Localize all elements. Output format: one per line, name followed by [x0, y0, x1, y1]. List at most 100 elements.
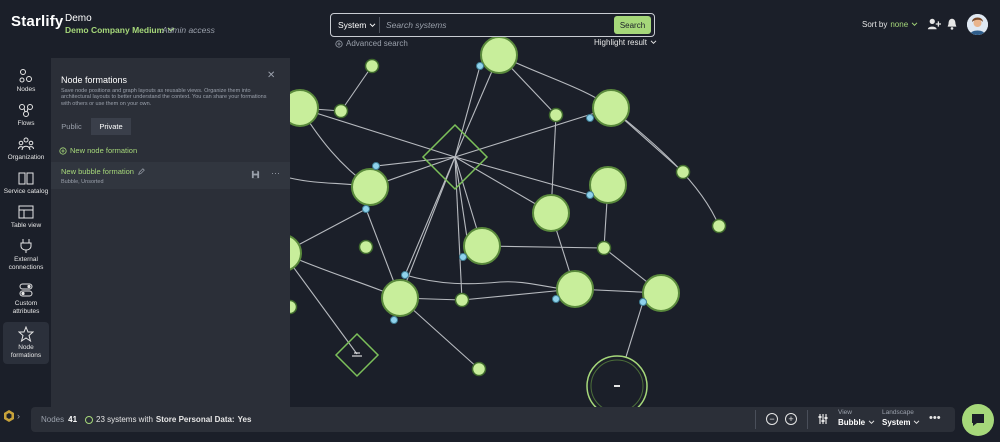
bell-icon[interactable]	[945, 17, 959, 31]
system-node[interactable]	[351, 168, 389, 206]
flows-icon	[19, 104, 33, 117]
small-system-node[interactable]	[548, 107, 564, 123]
advanced-search-link[interactable]: Advanced search	[335, 39, 408, 48]
chevron-down-icon	[369, 22, 376, 27]
filter-key: Store Personal Data:	[155, 415, 235, 424]
tab-private[interactable]: Private	[91, 118, 131, 135]
new-node-formation-button[interactable]: New node formation	[59, 146, 137, 155]
connection-dot[interactable]	[586, 191, 594, 199]
sliders-icon[interactable]	[817, 413, 829, 425]
chevron-down-icon	[868, 420, 875, 425]
zoom-out-button[interactable]: −	[766, 413, 778, 425]
nodes-count-label: Nodes	[41, 415, 65, 424]
small-system-node[interactable]	[358, 239, 374, 255]
small-system-node[interactable]	[471, 361, 487, 377]
active-filter[interactable]: 23 systems with Store Personal Data: Yes	[85, 415, 251, 424]
chat-button[interactable]	[962, 404, 994, 436]
node-formations-panel: Node formations ✕ Save node positions an…	[51, 58, 290, 408]
formation-meta: Bubble, Unsorted	[61, 179, 104, 185]
sort-by-value: none	[890, 20, 909, 29]
connection-dot[interactable]	[639, 298, 647, 306]
sidebar-item-node-formations[interactable]: Node formations	[3, 322, 49, 364]
diamond-node-small[interactable]	[334, 332, 380, 378]
add-user-icon[interactable]	[927, 17, 941, 31]
sort-by-dropdown[interactable]: Sort by none	[862, 20, 918, 29]
chevron-down-icon	[911, 22, 918, 27]
app-logo[interactable]: Starlify	[11, 13, 63, 30]
plus-circle-icon	[59, 146, 67, 155]
connection-dot[interactable]	[401, 271, 409, 279]
chevron-down-icon	[914, 420, 920, 425]
connection-dot[interactable]	[476, 62, 484, 70]
highlight-result-dropdown[interactable]: Highlight result	[594, 38, 657, 47]
user-avatar[interactable]	[967, 14, 988, 35]
system-node[interactable]	[480, 36, 518, 74]
landscape-value: System	[882, 418, 911, 427]
connection-dot[interactable]	[586, 114, 594, 122]
plug-icon	[20, 239, 32, 253]
system-node[interactable]	[592, 89, 630, 127]
close-icon[interactable]: ✕	[267, 70, 275, 81]
sidebar-item-label: External connections	[8, 256, 44, 271]
sidebar-item-label: Node formations	[10, 344, 42, 359]
list-item[interactable]: New bubble formation Bubble, Unsorted ··…	[51, 162, 290, 189]
search-button[interactable]: Search	[614, 16, 651, 34]
nodes-icon	[19, 69, 32, 83]
sidebar-item-custom-attributes[interactable]: Custom attributes	[3, 278, 49, 320]
new-node-formation-label: New node formation	[70, 146, 138, 155]
system-node[interactable]	[642, 274, 680, 312]
filter-status-icon	[85, 415, 93, 424]
divider	[755, 410, 756, 429]
table-view-icon	[18, 205, 34, 219]
more-options-icon[interactable]: •••	[929, 412, 941, 424]
system-node[interactable]	[556, 270, 594, 308]
small-system-node[interactable]	[711, 218, 727, 234]
small-system-node[interactable]	[454, 292, 470, 308]
system-node[interactable]	[532, 194, 570, 232]
view-label: View	[838, 409, 852, 416]
search-input[interactable]	[386, 17, 606, 33]
formation-name[interactable]: New bubble formation	[61, 167, 145, 176]
company-selector[interactable]: Demo Company Medium	[65, 25, 175, 35]
more-options-icon[interactable]: ···	[271, 168, 280, 178]
save-icon[interactable]	[251, 170, 260, 179]
formation-name-label: New bubble formation	[61, 167, 134, 176]
organization-icon	[18, 137, 34, 151]
system-node[interactable]	[463, 227, 501, 265]
honeycomb-logo-icon[interactable]	[3, 410, 15, 422]
small-system-node[interactable]	[364, 58, 380, 74]
small-system-node[interactable]	[596, 240, 612, 256]
divider	[807, 410, 808, 429]
tab-public[interactable]: Public	[54, 118, 89, 135]
company-name: Demo Company Medium	[65, 25, 165, 35]
filter-prefix: 23 systems with	[96, 415, 153, 424]
nodes-count-value: 41	[68, 415, 78, 424]
connection-dot[interactable]	[372, 162, 380, 170]
small-system-node[interactable]	[675, 164, 691, 180]
system-node[interactable]	[381, 279, 419, 317]
connection-dot[interactable]	[459, 253, 467, 261]
highlight-result-label: Highlight result	[594, 38, 647, 47]
chevron-right-icon[interactable]: ›	[17, 411, 20, 421]
sidebar-item-label: Service catalog	[3, 188, 49, 195]
formation-tabs: Public Private	[51, 118, 290, 135]
zoom-in-button[interactable]: +	[785, 413, 797, 425]
view-dropdown[interactable]: Bubble	[838, 418, 875, 427]
sidebar-item-label: Nodes	[16, 86, 36, 93]
access-level: Admin access	[162, 25, 215, 35]
sidebar-item-label: Flows	[17, 120, 35, 127]
connection-dot[interactable]	[552, 295, 560, 303]
connection-dot[interactable]	[390, 316, 398, 324]
sidebar-item-external-connections[interactable]: External connections	[3, 234, 49, 276]
connection-dot[interactable]	[362, 205, 370, 213]
system-node[interactable]	[589, 166, 627, 204]
nodes-count: Nodes 41	[41, 415, 77, 424]
search-bar: System Search	[330, 13, 655, 37]
landscape-dropdown[interactable]: System	[882, 418, 920, 427]
chat-bubble-icon	[972, 414, 984, 426]
edit-pencil-icon[interactable]	[138, 168, 145, 175]
search-scope-dropdown[interactable]: System	[338, 20, 376, 30]
sidebar-item-label: Custom attributes	[12, 300, 40, 315]
panel-description: Save node positions and graph layouts as…	[61, 88, 267, 107]
small-system-node[interactable]	[333, 103, 349, 119]
